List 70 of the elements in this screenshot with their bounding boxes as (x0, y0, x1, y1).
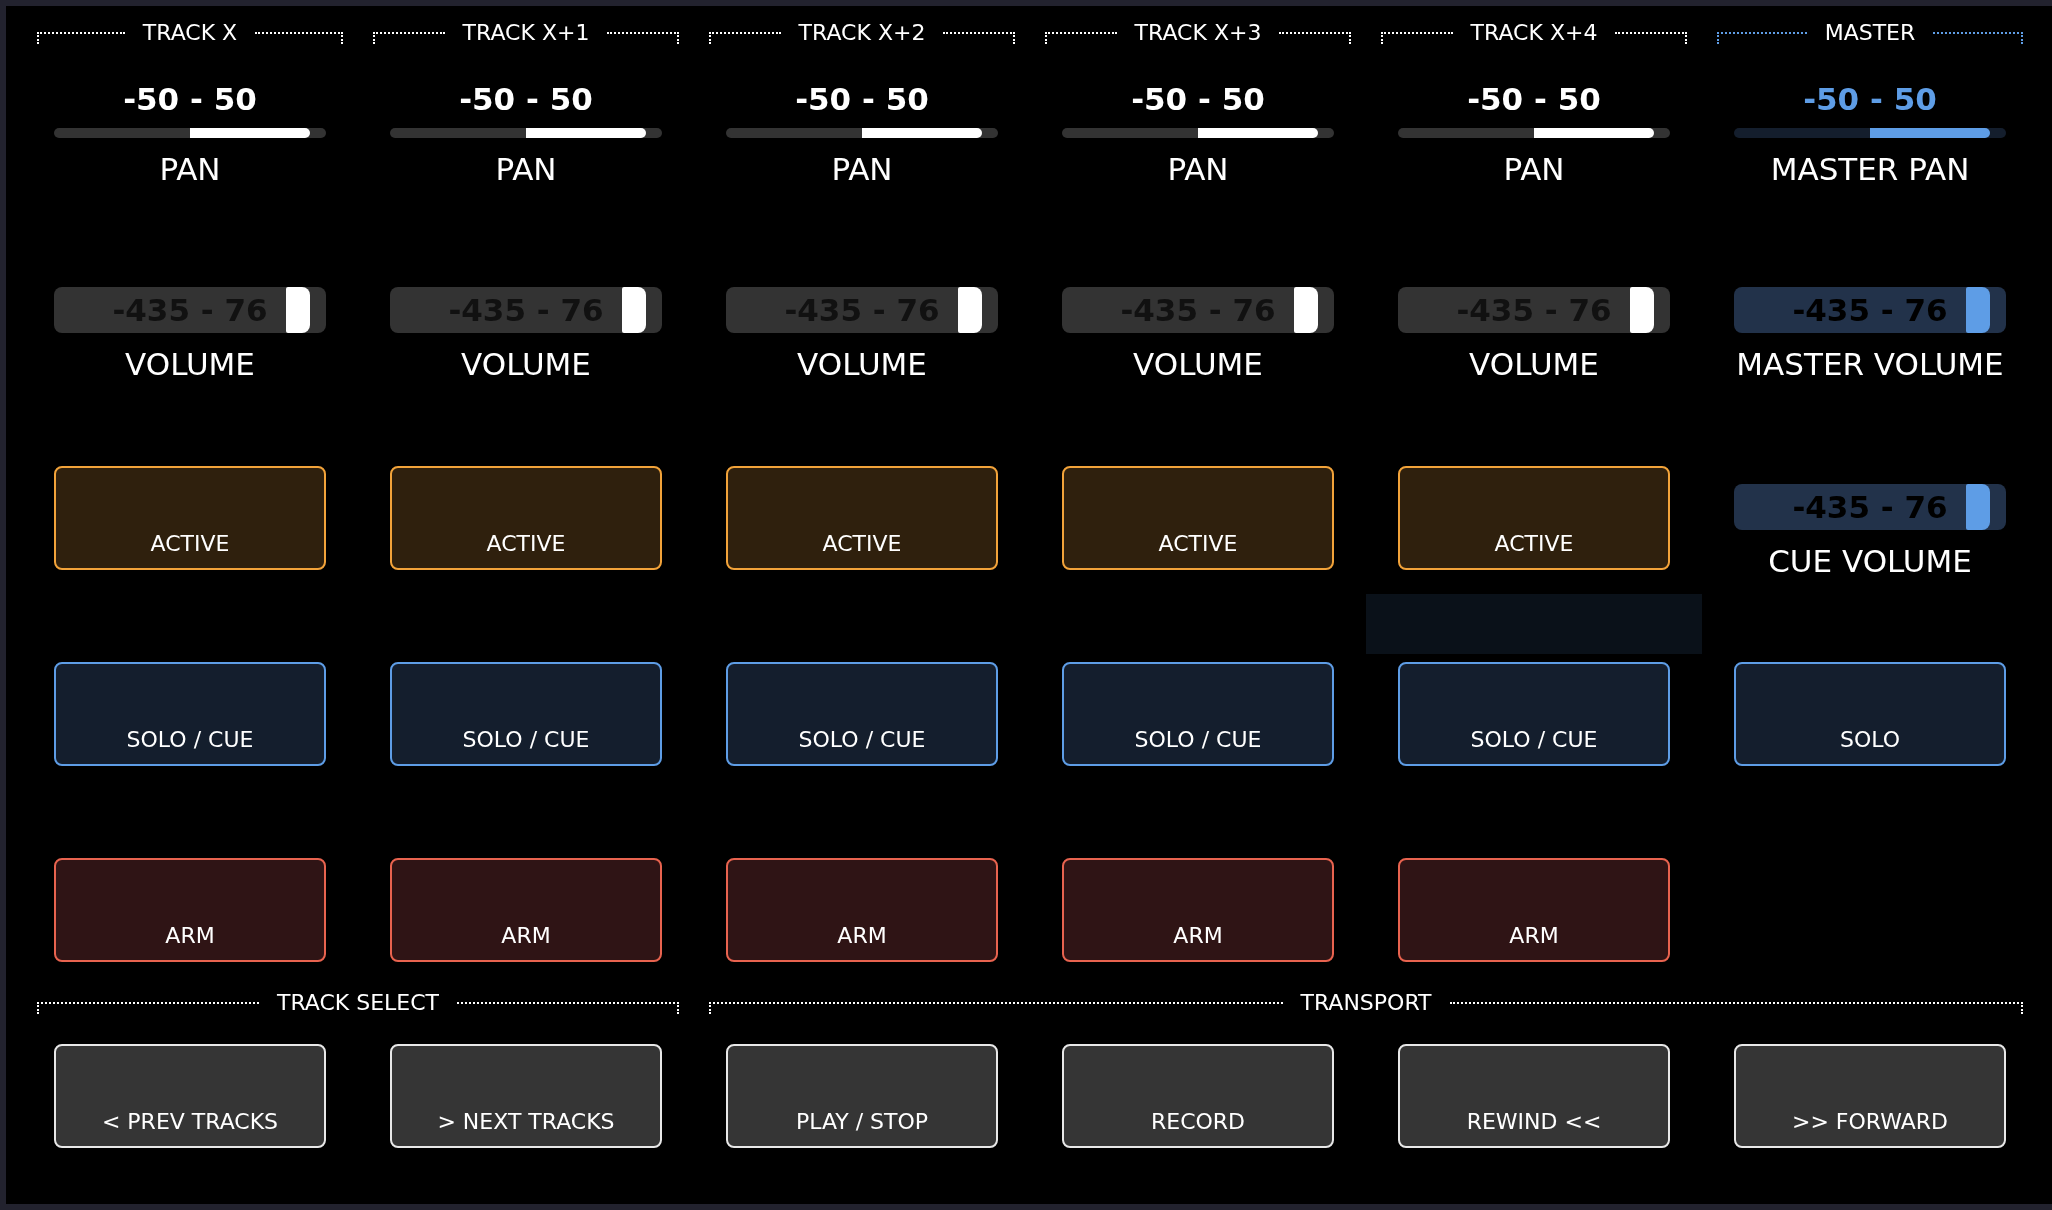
arm-button[interactable]: ARM (54, 858, 326, 962)
pan-label: PAN (495, 150, 557, 189)
slider-thumb[interactable] (1965, 287, 1990, 333)
transport-button[interactable]: < PREV TRACKS (54, 1044, 326, 1148)
slider-thumb[interactable] (1293, 287, 1318, 333)
transport-button[interactable]: > NEXT TRACKS (390, 1044, 662, 1148)
pan-label: PAN (159, 150, 221, 189)
active-button[interactable]: ACTIVE (1062, 466, 1334, 570)
solo-cue-button[interactable]: SOLO / CUE (54, 662, 326, 766)
group-title: MASTER (1824, 19, 1916, 47)
transport-button[interactable]: REWIND << (1398, 1044, 1670, 1148)
pan-value: -50 - 50 (1467, 80, 1601, 119)
pan-value: -50 - 50 (1803, 80, 1937, 119)
slider-thumb[interactable] (1965, 484, 1990, 530)
slider-thumb[interactable] (621, 287, 646, 333)
group-title: TRACK X (142, 19, 238, 47)
group-title: TRACK SELECT (276, 989, 440, 1017)
transport-button[interactable]: >> FORWARD (1734, 1044, 2006, 1148)
group-title: TRACK X+2 (798, 19, 926, 47)
slider-label: VOLUME (797, 345, 927, 384)
solo-cue-button[interactable]: SOLO / CUE (726, 662, 998, 766)
group-title: TRACK X+1 (462, 19, 590, 47)
pan-slider[interactable] (1062, 128, 1334, 138)
arm-button[interactable]: ARM (1398, 858, 1670, 962)
slider-thumb[interactable] (1629, 287, 1654, 333)
transport-button[interactable]: PLAY / STOP (726, 1044, 998, 1148)
group-title: TRACK X+3 (1134, 19, 1262, 47)
slider-label: VOLUME (461, 345, 591, 384)
slider-thumb[interactable] (957, 287, 982, 333)
solo-cue-button[interactable]: SOLO / CUE (390, 662, 662, 766)
slider-thumb[interactable] (285, 287, 310, 333)
active-button[interactable]: ACTIVE (1398, 466, 1670, 570)
bracket-line (1279, 32, 1351, 44)
bracket-line (1381, 32, 1453, 44)
slider-label: VOLUME (1133, 345, 1263, 384)
pan-value: -50 - 50 (795, 80, 929, 119)
pan-value: -50 - 50 (123, 80, 257, 119)
pan-label: PAN (1167, 150, 1229, 189)
solo-cue-button[interactable]: SOLO / CUE (1062, 662, 1334, 766)
slider-label: VOLUME (125, 345, 255, 384)
arm-button[interactable]: ARM (390, 858, 662, 962)
bracket-line (709, 32, 781, 44)
slider-label: MASTER VOLUME (1736, 345, 2004, 384)
arm-button[interactable]: ARM (726, 858, 998, 962)
group-title: TRACK X+4 (1470, 19, 1598, 47)
slider-label: CUE VOLUME (1768, 542, 1972, 581)
pan-label: PAN (831, 150, 893, 189)
bracket-line (1615, 32, 1687, 44)
bracket-line (607, 32, 679, 44)
arm-button[interactable]: ARM (1062, 858, 1334, 962)
pan-label: PAN (1503, 150, 1565, 189)
solo-button[interactable]: SOLO (1734, 662, 2006, 766)
bracket-line (1045, 32, 1117, 44)
active-button[interactable]: ACTIVE (726, 466, 998, 570)
pan-slider[interactable] (1398, 128, 1670, 138)
pan-value: -50 - 50 (1131, 80, 1265, 119)
pan-slider[interactable] (726, 128, 998, 138)
solo-cue-button[interactable]: SOLO / CUE (1398, 662, 1670, 766)
active-button[interactable]: ACTIVE (390, 466, 662, 570)
slider-label: VOLUME (1469, 345, 1599, 384)
bracket-line (943, 32, 1015, 44)
pan-slider[interactable] (1734, 128, 2006, 138)
bracket-line (373, 32, 445, 44)
pan-slider[interactable] (54, 128, 326, 138)
group-title: TRANSPORT (1300, 989, 1432, 1017)
pan-value: -50 - 50 (459, 80, 593, 119)
pan-label: MASTER PAN (1770, 150, 1970, 189)
active-button[interactable]: ACTIVE (54, 466, 326, 570)
transport-button[interactable]: RECORD (1062, 1044, 1334, 1148)
pan-slider[interactable] (390, 128, 662, 138)
